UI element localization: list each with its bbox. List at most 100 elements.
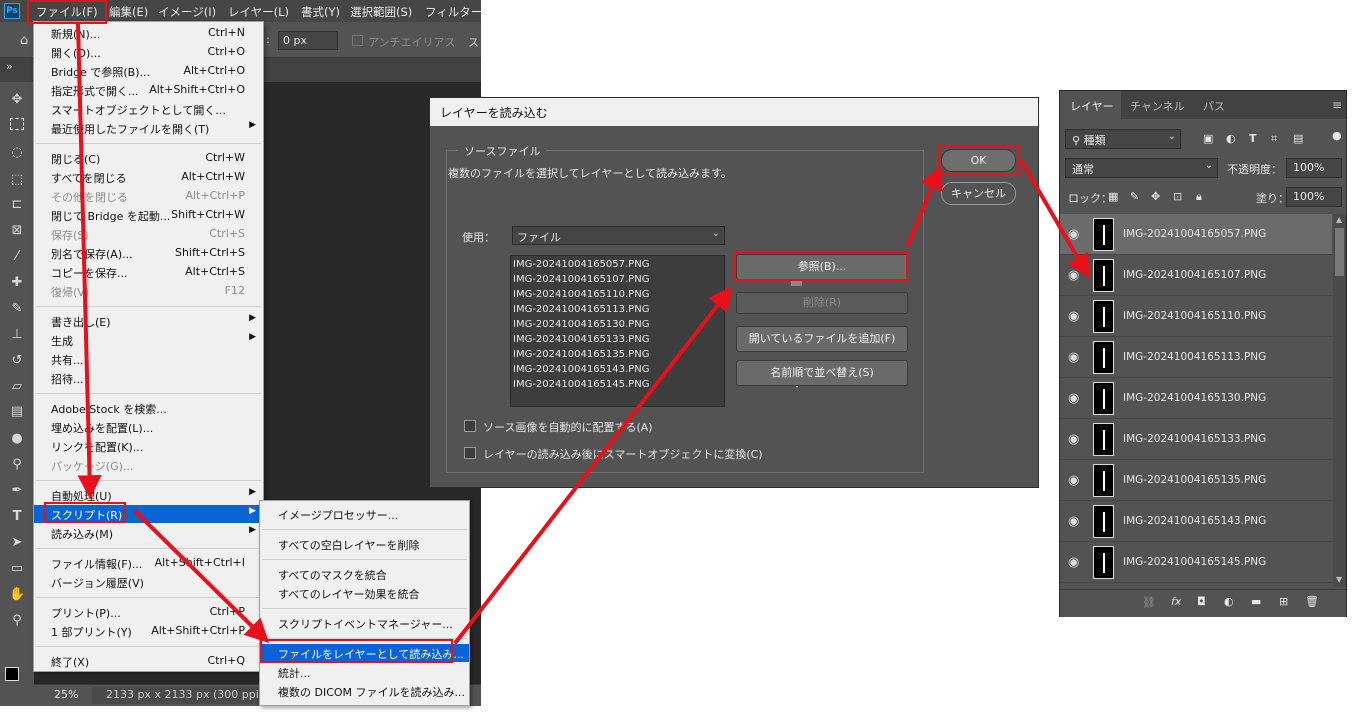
zoom-tool-icon[interactable]: ⚲ [9,613,25,629]
smart-object-checkbox[interactable] [464,447,476,459]
filter-adjustment-icon[interactable]: ◐ [1226,132,1236,145]
script-submenu-item[interactable]: 複数の DICOM ファイルを読み込み... [260,682,469,700]
layer-row[interactable]: ◉ IMG-20241004165133.PNG [1060,419,1332,460]
file-menu-item[interactable]: 終了(X) Ctrl+Q [34,652,263,670]
file-menu-item[interactable]: バージョン履歴(V) [34,573,263,591]
healing-brush-tool-icon[interactable]: ✚ [9,275,25,291]
file-menu-item[interactable]: 別名で保存(A)... Shift+Ctrl+S [34,244,263,262]
history-brush-tool-icon[interactable]: ↺ [9,353,25,369]
layer-row[interactable]: ◉ IMG-20241004165143.PNG [1060,501,1332,542]
layer-row[interactable]: ◉ IMG-20241004165130.PNG [1060,378,1332,419]
use-select[interactable]: ファイル ⌄ [512,226,725,245]
file-menu-item[interactable]: 復帰(V) F12 [34,282,263,300]
file-menu-item[interactable]: 開く(O)... Ctrl+O [34,43,263,61]
file-menu-item[interactable]: ファイル情報(F)... Alt+Shift+Ctrl+I [34,554,263,572]
eraser-tool-icon[interactable]: ▱ [9,379,25,395]
layer-row[interactable]: ◉ IMG-20241004165057.PNG [1060,214,1332,255]
file-list-item[interactable]: IMG-20241004165130.PNG [513,319,649,330]
eyedropper-tool-icon[interactable]: ⁄ [9,249,25,265]
menu-filter[interactable]: フィルター [425,4,482,20]
file-menu-item[interactable]: 新規(N)... Ctrl+N [34,24,263,42]
script-submenu-item[interactable]: イメージプロセッサー... [260,505,469,523]
file-menu-item[interactable]: Bridge で参照(B)... Alt+Ctrl+O [34,62,263,80]
layer-row[interactable]: ◉ IMG-20241004165145.PNG [1060,542,1332,583]
tab-paths[interactable]: パス [1203,98,1225,114]
layer-row[interactable]: ◉ IMG-20241004165110.PNG [1060,296,1332,337]
dodge-tool-icon[interactable]: ⚲ [9,457,25,473]
visibility-eye-icon[interactable]: ◉ [1068,432,1079,447]
file-menu-item[interactable]: すべてを閉じる Alt+Ctrl+W [34,168,263,186]
menu-select[interactable]: 選択範囲(S) [350,4,412,20]
crop-tool-icon[interactable]: ⊏ [9,197,25,213]
file-menu-item[interactable]: 読み込み(M) ▶ [34,524,263,542]
zoom-level[interactable]: 25% [54,688,78,701]
file-list-item[interactable]: IMG-20241004165145.PNG [513,379,649,390]
feather-input[interactable]: 0 px [278,31,338,50]
expand-panels-icon[interactable]: » [6,60,13,73]
cancel-button[interactable]: キャンセル [941,182,1016,205]
scroll-down-arrow-icon[interactable]: ▼ [1336,575,1342,584]
foreground-color-swatch[interactable] [5,667,19,681]
file-list-item[interactable]: IMG-20241004165113.PNG [513,304,649,315]
lock-transparent-icon[interactable]: ▦ [1108,190,1118,203]
file-menu-item[interactable]: スマートオブジェクトとして開く... [34,100,263,118]
new-layer-icon[interactable]: ⊞ [1279,595,1288,608]
filter-pixel-icon[interactable]: ▣ [1203,132,1213,145]
file-menu-item[interactable]: 閉じて Bridge を起動... Shift+Ctrl+W [34,206,263,224]
add-mask-icon[interactable]: ◘ [1197,595,1206,608]
tab-layers[interactable]: レイヤー [1070,98,1114,114]
adjustment-layer-icon[interactable]: ◐ [1224,595,1234,608]
file-menu-item[interactable]: リンクを配置(K)... [34,437,263,455]
lock-artboard-icon[interactable]: ⊡ [1173,190,1182,203]
script-submenu-item[interactable]: スクリプトイベントマネージャー... [260,614,469,632]
new-group-icon[interactable]: ▬ [1251,595,1261,608]
object-select-tool-icon[interactable]: ⬚ [9,172,25,188]
script-submenu-item[interactable]: 統計... [260,663,469,681]
filter-toggle-icon[interactable]: ● [1332,129,1342,142]
home-icon[interactable]: ⌂ [20,33,28,48]
visibility-eye-icon[interactable]: ◉ [1068,268,1079,283]
file-list-item[interactable]: IMG-20241004165143.PNG [513,364,649,375]
file-menu-item[interactable]: 最近使用したファイルを開く(T) ▶ [34,119,263,137]
menu-type[interactable]: 書式(Y) [301,4,340,20]
file-list-item[interactable]: IMG-20241004165057.PNG [513,259,649,270]
fx-icon[interactable]: fx [1171,595,1181,608]
file-menu-item[interactable]: 共有... [34,350,263,368]
file-menu-item[interactable]: コピーを保存... Alt+Ctrl+S [34,263,263,281]
file-menu-item[interactable]: 書き出し(E) ▶ [34,312,263,330]
file-menu-item[interactable]: 招待... [34,369,263,387]
sort-by-name-button[interactable]: 名前順で並べ替え(S) [736,360,908,386]
rectangle-tool-icon[interactable]: ▭ [9,561,25,577]
file-menu-item[interactable]: 生成 ▶ [34,331,263,349]
file-list-item[interactable]: IMG-20241004165135.PNG [513,349,649,360]
file-menu-item[interactable]: 指定形式で開く... Alt+Shift+Ctrl+O [34,81,263,99]
layer-row[interactable]: ◉ IMG-20241004165113.PNG [1060,337,1332,378]
file-menu-item[interactable]: 1 部プリント(Y) Alt+Shift+Ctrl+P [34,622,263,640]
menu-layer[interactable]: レイヤー(L) [228,4,289,20]
visibility-eye-icon[interactable]: ◉ [1068,309,1079,324]
antialias-checkbox[interactable] [352,35,363,46]
layer-list-scrollbar[interactable]: ▲ ▼ [1333,214,1346,587]
type-tool-icon[interactable]: T [9,509,25,525]
path-select-tool-icon[interactable]: ➤ [9,535,25,551]
file-menu-item[interactable]: パッケージ(G)... [34,456,263,474]
delete-layer-icon[interactable]: 🗑︎ [1305,595,1319,608]
filter-smart-object-icon[interactable]: ▤ [1293,132,1303,145]
blend-mode-select[interactable]: 通常 ⌄ [1065,158,1218,178]
panel-menu-icon[interactable]: ≡ [1332,98,1342,112]
remove-button[interactable]: 削除(R) [736,292,908,314]
hand-tool-icon[interactable]: ✋ [9,587,25,603]
visibility-eye-icon[interactable]: ◉ [1068,227,1079,242]
blur-tool-icon[interactable]: ● [9,431,25,447]
visibility-eye-icon[interactable]: ◉ [1068,473,1079,488]
script-submenu-item[interactable]: すべてのレイヤー効果を統合 [260,584,469,602]
marquee-tool-icon[interactable] [10,118,24,130]
lock-position-icon[interactable]: ✥ [1151,190,1160,203]
file-menu-item[interactable]: Adobe Stock を検索... [34,399,263,417]
script-submenu-item[interactable]: すべての空白レイヤーを削除 [260,535,469,553]
filter-type-icon[interactable]: T [1249,132,1257,145]
lock-image-icon[interactable]: ✎ [1130,190,1139,203]
visibility-eye-icon[interactable]: ◉ [1068,350,1079,365]
script-submenu-item[interactable]: すべてのマスクを統合 [260,565,469,583]
visibility-eye-icon[interactable]: ◉ [1068,514,1079,529]
